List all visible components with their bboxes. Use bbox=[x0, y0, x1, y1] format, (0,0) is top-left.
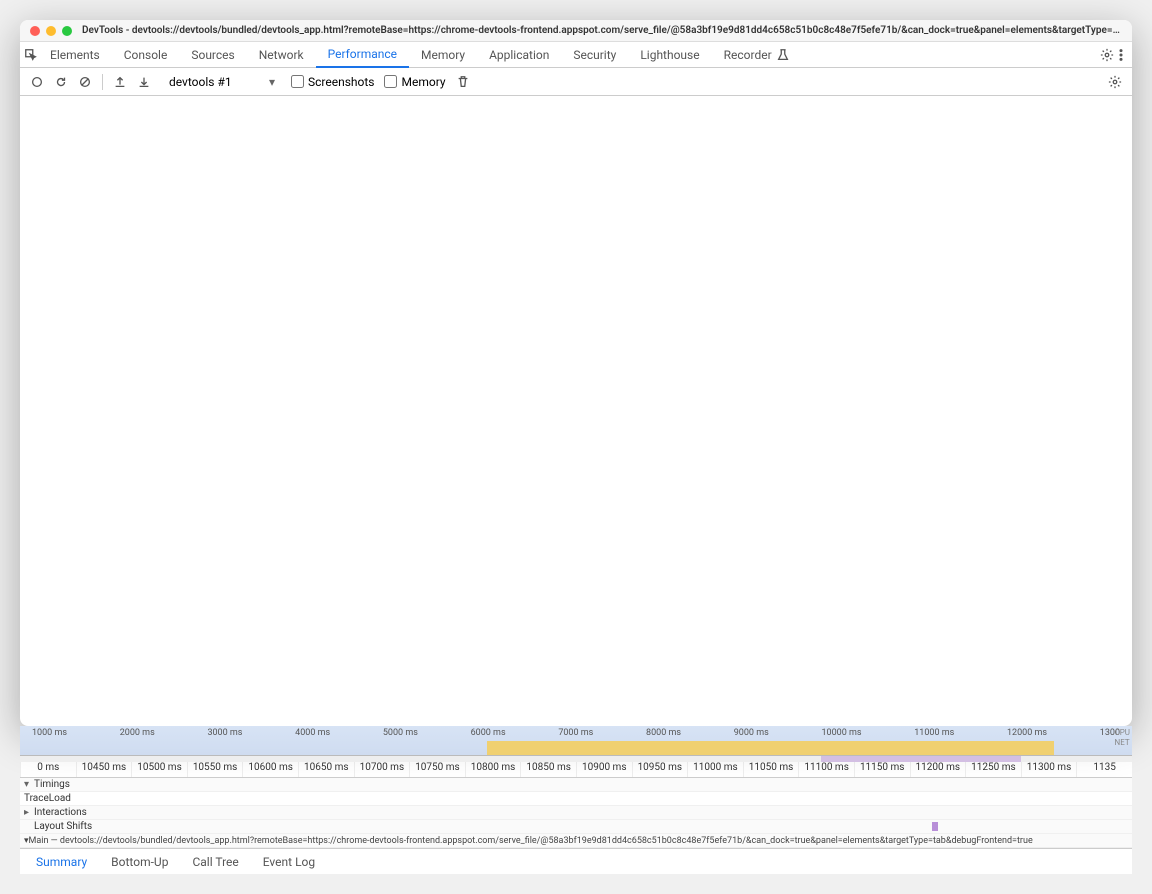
tab-network[interactable]: Network bbox=[247, 42, 316, 68]
details-tabs: SummaryBottom-UpCall TreeEvent Log bbox=[20, 848, 1132, 874]
titlebar: DevTools - devtools://devtools/bundled/d… bbox=[20, 20, 1132, 42]
memory-checkbox[interactable]: Memory bbox=[384, 75, 445, 89]
trash-button[interactable] bbox=[456, 75, 470, 89]
tab-recorder[interactable]: Recorder bbox=[712, 42, 784, 68]
overview-strip[interactable]: 1000 ms2000 ms3000 ms4000 ms5000 ms6000 … bbox=[20, 726, 1132, 756]
details-tab-bottom-up[interactable]: Bottom-Up bbox=[99, 849, 180, 875]
tracks-area: ▾Timings TraceLoad ▸Interactions Layout … bbox=[20, 778, 1132, 848]
screenshots-checkbox[interactable]: Screenshots bbox=[291, 75, 374, 89]
main-thread-header[interactable]: ▾Main — devtools://devtools/bundled/devt… bbox=[20, 834, 1132, 848]
close-icon[interactable] bbox=[30, 26, 40, 36]
settings2-icon[interactable] bbox=[1108, 75, 1122, 89]
inspect-icon[interactable] bbox=[24, 48, 38, 62]
minimize-icon[interactable] bbox=[46, 26, 56, 36]
zoom-icon[interactable] bbox=[62, 26, 72, 36]
tab-sources[interactable]: Sources bbox=[179, 42, 246, 68]
download-button[interactable] bbox=[137, 75, 151, 89]
recorder-flask-icon bbox=[776, 48, 790, 62]
traceload-row[interactable]: TraceLoad bbox=[20, 792, 1132, 806]
details-tab-summary[interactable]: Summary bbox=[24, 849, 99, 875]
details-tab-event-log[interactable]: Event Log bbox=[251, 849, 327, 875]
timings-track[interactable]: ▾Timings bbox=[20, 778, 1132, 792]
record-button[interactable] bbox=[30, 75, 44, 89]
perf-toolbar: devtools #1 Screenshots Memory bbox=[20, 68, 1132, 96]
tab-elements[interactable]: Elements bbox=[38, 42, 112, 68]
main-tabs: ElementsConsoleSourcesNetworkPerformance… bbox=[20, 42, 1132, 68]
upload-button[interactable] bbox=[113, 75, 127, 89]
tab-console[interactable]: Console bbox=[112, 42, 180, 68]
details-tab-call-tree[interactable]: Call Tree bbox=[180, 849, 250, 875]
minimap[interactable] bbox=[20, 756, 1132, 762]
time-ruler[interactable]: 0 ms10450 ms10500 ms10550 ms10600 ms1065… bbox=[20, 762, 1132, 778]
tab-memory[interactable]: Memory bbox=[409, 42, 477, 68]
tab-performance[interactable]: Performance bbox=[316, 42, 409, 68]
tab-lighthouse[interactable]: Lighthouse bbox=[628, 42, 711, 68]
window-title: DevTools - devtools://devtools/bundled/d… bbox=[82, 25, 1122, 36]
interactions-track[interactable]: ▸Interactions bbox=[20, 806, 1132, 820]
reload-button[interactable] bbox=[54, 75, 68, 89]
settings-icon[interactable] bbox=[1100, 48, 1114, 62]
traffic-lights bbox=[30, 26, 72, 36]
more-icon[interactable] bbox=[1114, 48, 1128, 62]
clear-button[interactable] bbox=[78, 75, 92, 89]
tab-security[interactable]: Security bbox=[561, 42, 628, 68]
tab-application[interactable]: Application bbox=[477, 42, 561, 68]
profile-select[interactable]: devtools #1 bbox=[161, 73, 281, 91]
layout-shifts-track[interactable]: Layout Shifts bbox=[20, 820, 1132, 834]
